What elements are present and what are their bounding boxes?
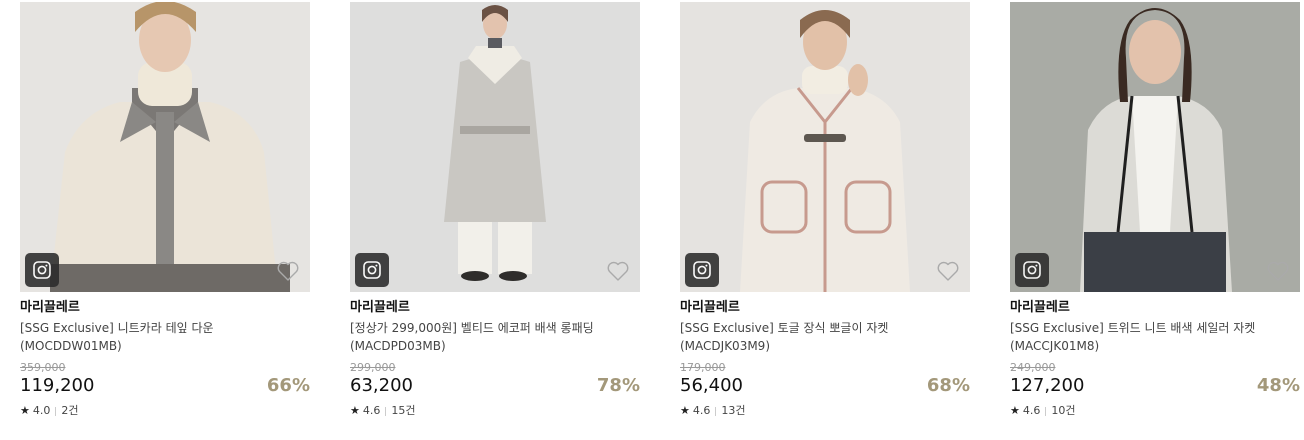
review-count[interactable]: 15건 — [391, 404, 415, 418]
product-card[interactable]: 마리끌레르 [SSG Exclusive] 트위드 니트 배색 세일러 자켓 (… — [1010, 2, 1300, 418]
star-icon: ★ — [680, 404, 690, 417]
product-card[interactable]: 마리끌레르 [SSG Exclusive] 토글 장식 뽀글이 자켓 (MACD… — [680, 2, 970, 418]
product-image[interactable] — [1010, 2, 1300, 292]
rating-row: ★ 4.0 2건 — [20, 404, 310, 418]
price-row: 127,200 48% — [1010, 374, 1300, 398]
product-image[interactable] — [680, 2, 970, 292]
product-image[interactable] — [350, 2, 640, 292]
product-card[interactable]: 마리끌레르 [정상가 299,000원] 벨티드 에코퍼 배색 롱패딩 (MAC… — [350, 2, 640, 418]
product-image[interactable] — [20, 2, 310, 292]
price-row: 63,200 78% — [350, 374, 640, 398]
divider — [55, 406, 57, 416]
star-icon: ★ — [350, 404, 360, 417]
heart-icon[interactable] — [1266, 260, 1290, 282]
original-price: 179,000 — [680, 361, 726, 374]
heart-icon[interactable] — [276, 260, 300, 282]
brand-name: 마리끌레르 — [680, 300, 740, 315]
review-count[interactable]: 2건 — [61, 404, 78, 418]
star-icon: ★ — [20, 404, 30, 417]
discount-rate: 66% — [266, 375, 310, 396]
sale-price: 56,400 — [680, 375, 743, 396]
star-icon: ★ — [1010, 404, 1020, 417]
original-price: 299,000 — [350, 361, 396, 374]
divider — [1045, 406, 1047, 416]
rating-row: ★ 4.6 10건 — [1010, 404, 1300, 418]
instagram-icon[interactable] — [685, 253, 719, 287]
instagram-icon[interactable] — [1015, 253, 1049, 287]
divider — [385, 406, 387, 416]
discount-rate: 78% — [596, 375, 640, 396]
heart-icon[interactable] — [606, 260, 630, 282]
review-count[interactable]: 13건 — [721, 404, 745, 418]
product-name[interactable]: [SSG Exclusive] 트위드 니트 배색 세일러 자켓 (MACCJK… — [1010, 319, 1295, 355]
brand-name: 마리끌레르 — [1010, 300, 1070, 315]
divider — [715, 406, 717, 416]
original-price: 359,000 — [20, 361, 66, 374]
rating-row: ★ 4.6 15건 — [350, 404, 640, 418]
sale-price: 63,200 — [350, 375, 413, 396]
brand-name: 마리끌레르 — [350, 300, 410, 315]
discount-rate: 68% — [926, 375, 970, 396]
rating-row: ★ 4.6 13건 — [680, 404, 970, 418]
rating-value: 4.6 — [1022, 404, 1041, 417]
product-name[interactable]: [정상가 299,000원] 벨티드 에코퍼 배색 롱패딩 (MACDPD03M… — [350, 319, 635, 355]
brand-name: 마리끌레르 — [20, 300, 80, 315]
rating-value: 4.0 — [32, 404, 51, 417]
rating-value: 4.6 — [692, 404, 711, 417]
sale-price: 127,200 — [1010, 375, 1085, 396]
product-grid: 마리끌레르 [SSG Exclusive] 니트카라 테잎 다운 (MOCDDW… — [0, 0, 1304, 440]
product-card[interactable]: 마리끌레르 [SSG Exclusive] 니트카라 테잎 다운 (MOCDDW… — [20, 2, 310, 418]
rating-value: 4.6 — [362, 404, 381, 417]
original-price: 249,000 — [1010, 361, 1056, 374]
sale-price: 119,200 — [20, 375, 95, 396]
instagram-icon[interactable] — [25, 253, 59, 287]
instagram-icon[interactable] — [355, 253, 389, 287]
heart-icon[interactable] — [936, 260, 960, 282]
price-row: 119,200 66% — [20, 374, 310, 398]
product-name[interactable]: [SSG Exclusive] 토글 장식 뽀글이 자켓 (MACDJK03M9… — [680, 319, 965, 355]
product-name[interactable]: [SSG Exclusive] 니트카라 테잎 다운 (MOCDDW01MB) — [20, 319, 305, 355]
review-count[interactable]: 10건 — [1051, 404, 1075, 418]
price-row: 56,400 68% — [680, 374, 970, 398]
discount-rate: 48% — [1256, 375, 1300, 396]
